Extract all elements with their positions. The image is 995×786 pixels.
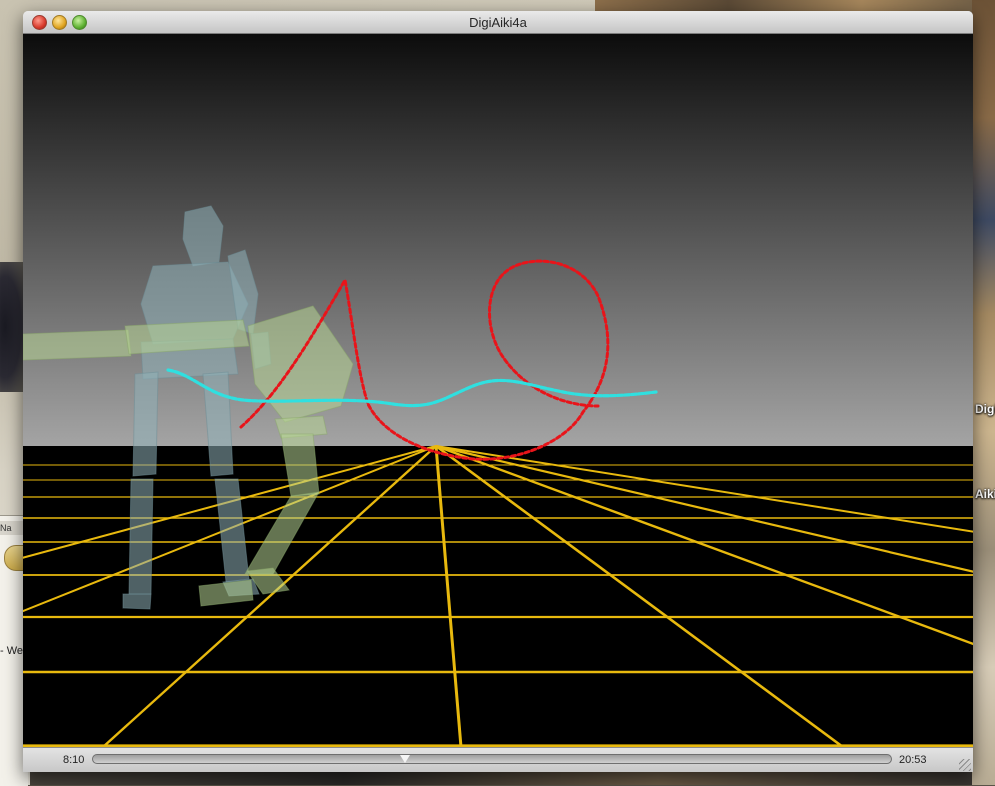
background-window-text: - We (0, 645, 24, 657)
playhead-icon[interactable] (399, 755, 410, 763)
video-viewport[interactable] (23, 34, 973, 747)
desktop-background-bottom (30, 772, 972, 785)
total-time: 20:53 (899, 754, 927, 766)
current-time: 8:10 (63, 754, 85, 766)
scene-render (23, 34, 973, 747)
desktop-icon-label-1[interactable]: Digi (975, 402, 995, 416)
window-title: DigiAiki4a (469, 15, 527, 30)
desktop-icon-label-2[interactable]: Aiki (975, 487, 995, 501)
sky-backdrop (23, 34, 973, 446)
desktop-wallpaper-right (972, 0, 995, 785)
movie-window: DigiAiki4a 8:10 20:53 (23, 11, 973, 772)
resize-grip-icon[interactable] (959, 759, 971, 771)
timeline-scrubber[interactable] (92, 754, 892, 764)
title-bar[interactable]: DigiAiki4a (23, 11, 973, 34)
playback-controls: 8:10 20:53 (23, 747, 973, 772)
